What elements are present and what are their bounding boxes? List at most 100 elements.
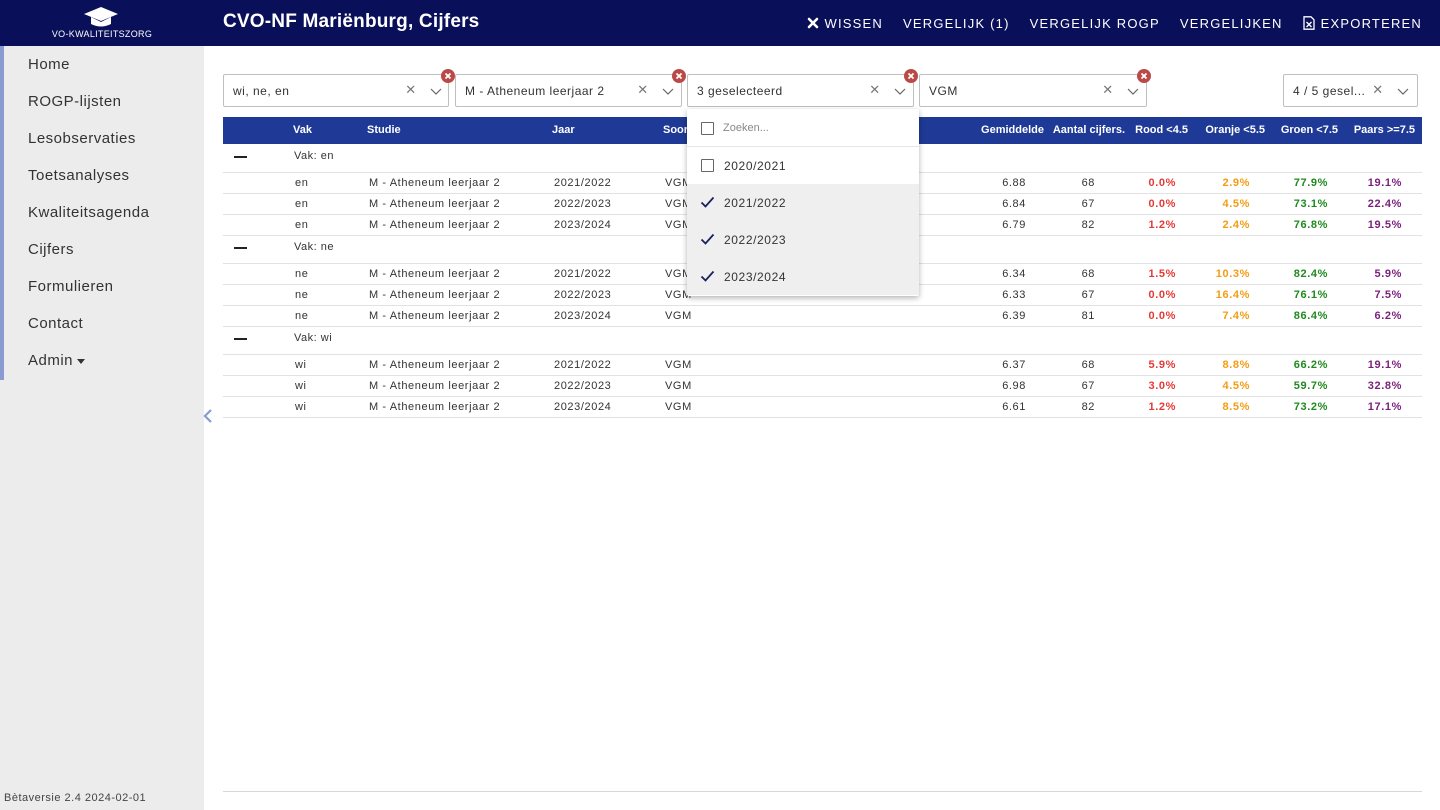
- collapse-sidebar-chevron-left-icon[interactable]: [201, 408, 215, 424]
- cell-oranje: 2.9%: [1222, 177, 1250, 189]
- cell-groen: 59.7%: [1293, 380, 1328, 392]
- cell-oranje: 8.8%: [1222, 359, 1250, 371]
- clear-x-icon[interactable]: ✕: [636, 83, 650, 97]
- filter-columns[interactable]: 4 / 5 gesel... ✕: [1283, 74, 1418, 107]
- sidebar-item-toetsanalyses[interactable]: Toetsanalyses: [28, 167, 130, 184]
- cell-vak: wi: [295, 359, 307, 371]
- cell-paars: 32.8%: [1367, 380, 1402, 392]
- table-row[interactable]: wi M - Atheneum leerjaar 2 2023/2024 VGM…: [223, 397, 1422, 418]
- wissen-button[interactable]: WISSEN: [807, 16, 883, 31]
- sidebar-item-formulieren[interactable]: Formulieren: [28, 278, 114, 295]
- cell-paars: 5.9%: [1374, 268, 1402, 280]
- cell-oranje: 10.3%: [1215, 268, 1250, 280]
- cell-vak: ne: [295, 310, 309, 322]
- chevron-down-icon[interactable]: [1397, 85, 1409, 97]
- checkmark-icon[interactable]: [700, 195, 715, 209]
- filter-columns-value: 4 / 5 gesel...: [1293, 84, 1365, 98]
- filter-vak[interactable]: wi, ne, en ✕: [223, 69, 455, 107]
- sidebar-item-admin[interactable]: Admin: [28, 352, 86, 369]
- cell-rood: 0.0%: [1148, 310, 1176, 322]
- filter-soort[interactable]: VGM ✕: [919, 69, 1151, 107]
- col-groen[interactable]: Groen <7.5: [1281, 124, 1338, 136]
- cell-soort: VGM: [665, 380, 692, 392]
- collapse-minus-icon[interactable]: [234, 247, 247, 249]
- sidebar-item-rogp-lijsten[interactable]: ROGP-lijsten: [28, 93, 122, 110]
- col-vak[interactable]: Vak: [293, 124, 312, 136]
- cell-oranje: 4.5%: [1222, 380, 1250, 392]
- clear-x-icon[interactable]: ✕: [1371, 83, 1385, 97]
- cell-soort: VGM: [665, 310, 692, 322]
- vergelijk-button[interactable]: VERGELIJK (1): [903, 16, 1010, 31]
- remove-filter-icon[interactable]: [672, 69, 686, 83]
- checkmark-icon[interactable]: [700, 232, 715, 246]
- clear-x-icon[interactable]: ✕: [1101, 83, 1115, 97]
- sidebar-item-contact[interactable]: Contact: [28, 315, 83, 332]
- remove-filter-icon[interactable]: [904, 69, 918, 83]
- sidebar-item-kwaliteitsagenda[interactable]: Kwaliteitsagenda: [28, 204, 149, 221]
- group-row-wi: Vak: wi: [223, 327, 1422, 355]
- sidebar-item-cijfers[interactable]: Cijfers: [28, 241, 74, 258]
- cell-paars: 19.1%: [1367, 359, 1402, 371]
- table-row[interactable]: wi M - Atheneum leerjaar 2 2021/2022 VGM…: [223, 355, 1422, 376]
- cell-vak: en: [295, 177, 309, 189]
- cell-gemiddelde: 6.84: [1002, 198, 1026, 210]
- cell-oranje: 4.5%: [1222, 198, 1250, 210]
- clear-x-icon[interactable]: ✕: [868, 83, 882, 97]
- cell-groen: 86.4%: [1293, 310, 1328, 322]
- col-paars[interactable]: Paars >=7.5: [1354, 124, 1415, 136]
- cell-jaar: 2021/2022: [554, 268, 612, 280]
- sidebar-item-home[interactable]: Home: [28, 56, 70, 73]
- chevron-down-icon[interactable]: [662, 85, 674, 97]
- vergelijk-rogp-label: VERGELIJK ROGP: [1029, 15, 1160, 31]
- group-label: Vak: wi: [294, 332, 333, 344]
- filter-soort-value: VGM: [929, 84, 958, 98]
- cell-groen: 73.1%: [1293, 198, 1328, 210]
- table-row[interactable]: ne M - Atheneum leerjaar 2 2023/2024 VGM…: [223, 306, 1422, 327]
- dropdown-option-2022-2023[interactable]: 2022/2023: [687, 221, 919, 258]
- table-row[interactable]: wi M - Atheneum leerjaar 2 2022/2023 VGM…: [223, 376, 1422, 397]
- top-bar: VO-KWALITEITSZORG CVO-NF Mariënburg, Cij…: [0, 0, 1440, 46]
- clear-x-icon[interactable]: ✕: [404, 83, 418, 97]
- col-jaar[interactable]: Jaar: [552, 124, 575, 136]
- vergelijk-rogp-button[interactable]: VERGELIJK ROGP: [1030, 16, 1160, 31]
- dropdown-search-input[interactable]: [723, 119, 903, 137]
- checkmark-icon[interactable]: [700, 269, 715, 283]
- col-aantal-cijfers[interactable]: Aantal cijfers.: [1053, 124, 1125, 136]
- remove-filter-icon[interactable]: [1137, 69, 1151, 83]
- filter-jaar[interactable]: 3 geselecteerd ✕: [687, 69, 918, 107]
- logo-text: VO-KWALITEITSZORG: [51, 29, 153, 39]
- sidebar-item-lesobservaties[interactable]: Lesobservaties: [28, 130, 136, 147]
- col-rood[interactable]: Rood <4.5: [1135, 124, 1188, 136]
- collapse-minus-icon[interactable]: [234, 338, 247, 340]
- option-checkbox[interactable]: [701, 159, 714, 172]
- cell-aantal: 81: [1081, 310, 1095, 322]
- exporteren-button[interactable]: EXPORTEREN: [1303, 16, 1422, 31]
- vergelijken-button[interactable]: VERGELIJKEN: [1180, 16, 1283, 31]
- filter-studie[interactable]: M - Atheneum leerjaar 2 ✕: [455, 69, 686, 107]
- cell-groen: 76.8%: [1293, 219, 1328, 231]
- chevron-down-icon[interactable]: [894, 85, 906, 97]
- cell-groen: 73.2%: [1293, 401, 1328, 413]
- app-logo[interactable]: VO-KWALITEITSZORG: [0, 0, 204, 46]
- cell-studie: M - Atheneum leerjaar 2: [369, 310, 501, 322]
- cell-studie: M - Atheneum leerjaar 2: [369, 268, 501, 280]
- cell-rood: 1.5%: [1148, 268, 1176, 280]
- cell-oranje: 16.4%: [1215, 289, 1250, 301]
- cell-paars: 19.5%: [1367, 219, 1402, 231]
- chevron-down-icon[interactable]: [1127, 85, 1139, 97]
- vergelijk-label: VERGELIJK (1): [902, 15, 1010, 31]
- dropdown-option-2023-2024[interactable]: 2023/2024: [687, 258, 919, 295]
- collapse-minus-icon[interactable]: [234, 156, 247, 158]
- cell-oranje: 7.4%: [1222, 310, 1250, 322]
- option-label: 2023/2024: [724, 270, 787, 284]
- chevron-down-icon[interactable]: [430, 85, 442, 97]
- cell-paars: 17.1%: [1367, 401, 1402, 413]
- col-oranje[interactable]: Oranje <5.5: [1205, 124, 1265, 136]
- col-studie[interactable]: Studie: [367, 124, 401, 136]
- col-gemiddelde[interactable]: Gemiddelde: [981, 124, 1044, 136]
- select-all-checkbox[interactable]: [701, 122, 714, 135]
- cell-groen: 77.9%: [1293, 177, 1328, 189]
- remove-filter-icon[interactable]: [441, 69, 455, 83]
- dropdown-option-2021-2022[interactable]: 2021/2022: [687, 184, 919, 221]
- dropdown-option-2020-2021[interactable]: 2020/2021: [687, 147, 919, 184]
